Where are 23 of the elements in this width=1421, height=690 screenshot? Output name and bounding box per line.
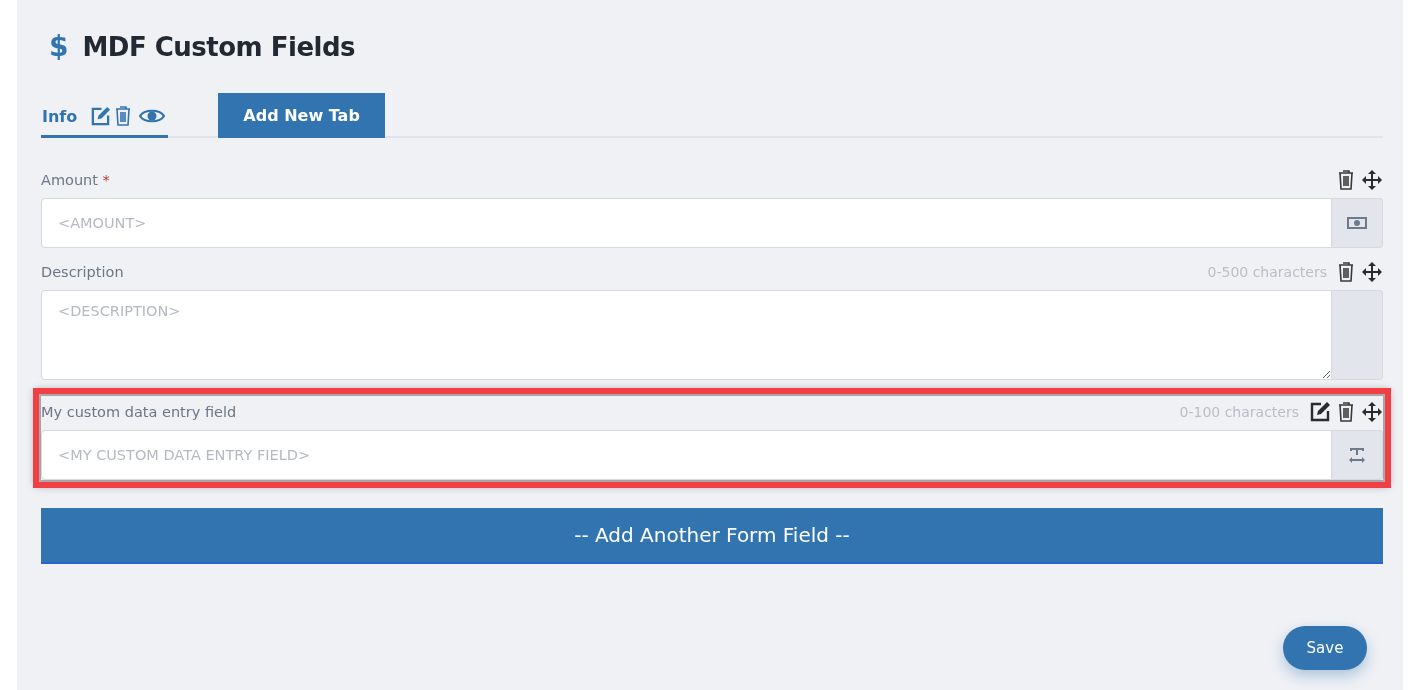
- money-icon: [1347, 217, 1367, 229]
- field-label: Amount *: [41, 172, 110, 188]
- field-label: Description: [41, 264, 124, 280]
- move-icon[interactable]: [1361, 169, 1383, 191]
- save-button[interactable]: Save: [1283, 626, 1367, 670]
- add-tab-button[interactable]: Add New Tab: [218, 93, 385, 138]
- trash-icon[interactable]: [1337, 401, 1355, 423]
- add-field-button[interactable]: -- Add Another Form Field --: [41, 508, 1383, 564]
- move-icon[interactable]: [1361, 261, 1383, 283]
- field-label: My custom data entry field: [41, 404, 237, 420]
- text-width-icon: [1348, 446, 1366, 464]
- move-icon[interactable]: [1361, 401, 1383, 423]
- trash-icon[interactable]: [114, 105, 133, 127]
- eye-icon[interactable]: [139, 107, 166, 125]
- trash-icon[interactable]: [1337, 169, 1355, 191]
- edit-icon[interactable]: [1309, 401, 1331, 423]
- description-field[interactable]: <DESCRIPTION>: [41, 290, 1332, 380]
- input-field[interactable]: <AMOUNT>: [41, 198, 1332, 248]
- tab[interactable]: Info: [41, 105, 169, 138]
- input-field[interactable]: <MY CUSTOM DATA ENTRY FIELD>: [41, 430, 1332, 480]
- trash-icon[interactable]: [1337, 261, 1355, 283]
- dollar-icon: $: [49, 30, 69, 63]
- page-title: MDF Custom Fields: [82, 31, 356, 62]
